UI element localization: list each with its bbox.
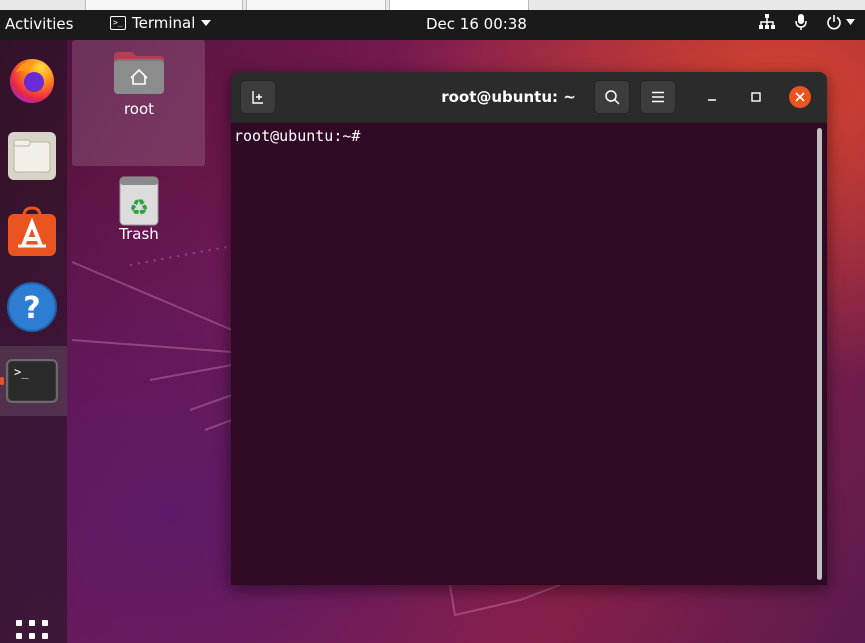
chevron-down-icon — [201, 20, 212, 26]
maximize-icon — [751, 92, 761, 102]
running-indicator — [0, 377, 4, 385]
dock-item-files[interactable] — [6, 130, 58, 182]
minimize-button[interactable] — [701, 86, 723, 108]
terminal-headerbar[interactable]: root@ubuntu: ~ — [231, 72, 827, 123]
dock: ? >_ — [0, 40, 67, 643]
terminal-icon: >_ — [110, 16, 126, 30]
new-tab-button[interactable] — [240, 80, 276, 114]
menu-button[interactable] — [640, 80, 676, 114]
maximize-button[interactable] — [745, 86, 767, 108]
terminal-window[interactable]: root@ubuntu: ~ root@ubuntu:~# — [231, 72, 827, 585]
dock-item-software[interactable] — [6, 206, 58, 258]
chevron-down-icon — [846, 19, 855, 25]
terminal-title: root@ubuntu: ~ — [441, 88, 576, 106]
microphone-icon[interactable] — [794, 13, 808, 31]
shell-prompt: root@ubuntu:~# — [234, 127, 361, 145]
host-tab — [389, 0, 529, 10]
activities-button[interactable]: Activities — [5, 15, 73, 33]
host-tab — [85, 0, 243, 10]
software-icon — [8, 206, 56, 256]
terminal-output[interactable]: root@ubuntu:~# — [231, 123, 827, 585]
files-icon — [8, 132, 56, 180]
search-button[interactable] — [594, 80, 630, 114]
scrollbar[interactable] — [817, 128, 822, 580]
terminal-icon: >_ — [6, 359, 58, 403]
new-tab-icon — [252, 91, 263, 104]
home-folder-icon — [114, 52, 164, 94]
host-tab — [246, 0, 386, 10]
dock-item-show-applications[interactable] — [6, 616, 58, 643]
firefox-icon — [10, 59, 54, 103]
app-menu-label: Terminal — [132, 14, 196, 32]
close-button[interactable] — [789, 86, 811, 108]
dock-item-firefox[interactable] — [6, 54, 58, 106]
power-icon — [827, 15, 841, 30]
search-icon — [605, 90, 620, 105]
host-tab-strip — [0, 0, 865, 10]
app-menu-button[interactable]: >_ Terminal — [110, 14, 212, 32]
hamburger-icon — [652, 91, 664, 103]
power-menu[interactable] — [826, 14, 855, 30]
system-tray[interactable] — [758, 13, 855, 31]
desktop-icon-label: Trash — [119, 225, 159, 243]
dock-item-help[interactable]: ? — [6, 281, 58, 333]
trash-icon: ♻ — [119, 176, 159, 226]
svg-text:?: ? — [23, 291, 40, 326]
dock-item-terminal[interactable]: >_ — [6, 355, 58, 407]
svg-text:>_: >_ — [14, 365, 29, 379]
top-bar: Activities >_ Terminal Dec 16 00:38 — [0, 10, 865, 40]
desktop-icon-root[interactable]: root — [100, 48, 178, 118]
clock[interactable]: Dec 16 00:38 — [426, 15, 527, 33]
minimize-icon — [708, 99, 716, 101]
desktop-icon-label: root — [123, 100, 155, 118]
svg-text:♻: ♻ — [129, 196, 149, 221]
close-icon — [795, 92, 805, 102]
help-icon: ? — [7, 282, 57, 332]
network-icon[interactable] — [758, 13, 776, 31]
desktop-icon-trash[interactable]: ♻ Trash — [100, 175, 178, 243]
app-grid-icon — [16, 620, 48, 639]
